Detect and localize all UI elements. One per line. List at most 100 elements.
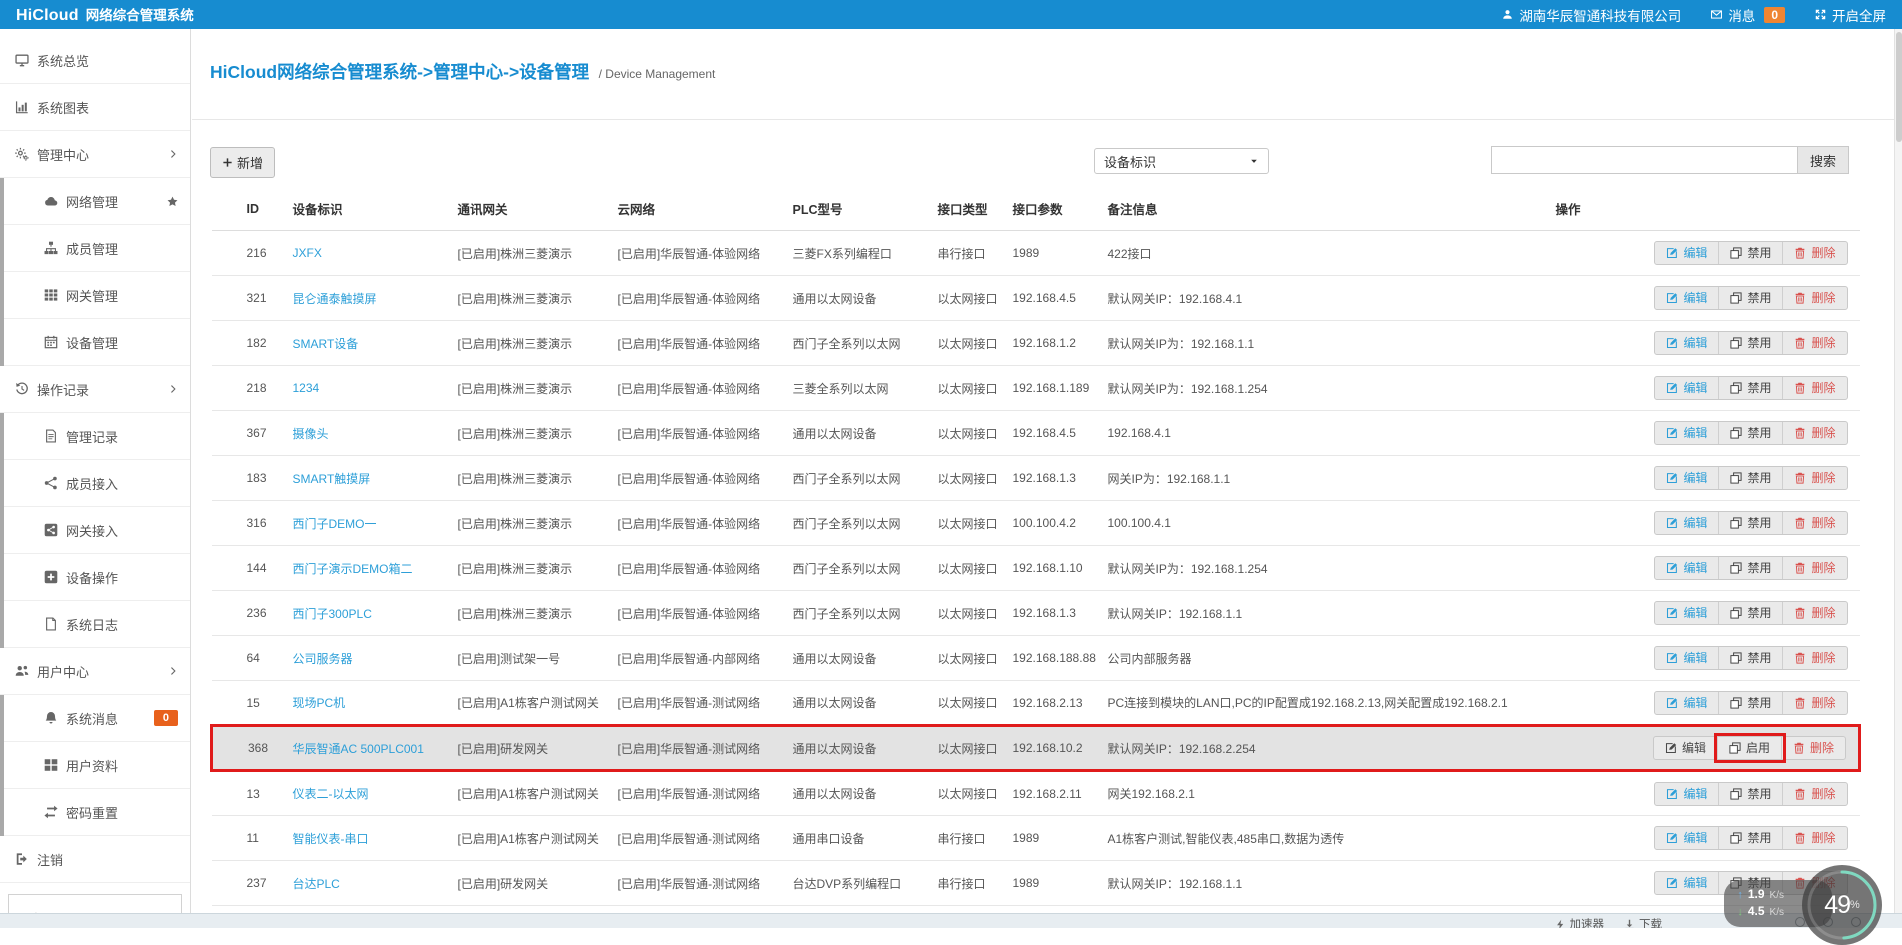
disable-button[interactable]: 禁用 (1719, 647, 1783, 669)
edit-button[interactable]: 编辑 (1654, 737, 1718, 759)
disable-button[interactable]: 禁用 (1719, 242, 1783, 264)
device-link[interactable]: SMART设备 (293, 337, 359, 351)
company-menu[interactable]: 湖南华辰智通科技有限公司 (1502, 5, 1681, 25)
edit-button[interactable]: 编辑 (1655, 512, 1719, 534)
sidebar-item-gateway-mgmt[interactable]: 网关管理 (4, 272, 190, 319)
search-input[interactable] (1491, 146, 1797, 174)
sidebar-item-gateway-access[interactable]: 网关接入 (4, 507, 190, 554)
cell-plc-model: 通用以太网设备 (783, 276, 928, 321)
edit-button[interactable]: 编辑 (1655, 602, 1719, 624)
device-link[interactable]: 西门子300PLC (293, 607, 372, 621)
sidebar-item-device-operations[interactable]: 设备操作 (4, 554, 190, 601)
download-arrow-icon: ↓ (1737, 905, 1743, 920)
delete-button[interactable]: 删除 (1783, 422, 1846, 444)
sidebar-item-logout[interactable]: 注销 (0, 836, 190, 883)
delete-button[interactable]: 删除 (1783, 783, 1846, 805)
device-link[interactable]: 台达PLC (293, 877, 340, 891)
pencil-icon (1666, 877, 1678, 889)
edit-button[interactable]: 编辑 (1655, 783, 1719, 805)
sidebar-item-device-mgmt[interactable]: 设备管理 (4, 319, 190, 366)
device-link[interactable]: 华辰智通AC 500PLC001 (293, 742, 424, 756)
filter-select[interactable]: 设备标识 (1094, 148, 1269, 174)
device-link[interactable]: 仪表二-以太网 (293, 787, 369, 801)
edit-button[interactable]: 编辑 (1655, 872, 1719, 894)
sidebar-item-system-overview[interactable]: 系统总览 (0, 37, 190, 84)
disable-button[interactable]: 禁用 (1719, 332, 1783, 354)
sidebar-item-operation-log[interactable]: 操作记录 (0, 366, 190, 413)
memory-usage-widget[interactable]: 49 % (1802, 865, 1882, 945)
scrollbar[interactable] (1894, 29, 1902, 913)
delete-button[interactable]: 删除 (1783, 602, 1846, 624)
pencil-icon (1666, 427, 1678, 439)
edit-button[interactable]: 编辑 (1655, 332, 1719, 354)
delete-button[interactable]: 删除 (1783, 332, 1846, 354)
disable-button[interactable]: 禁用 (1719, 512, 1783, 534)
edit-button[interactable]: 编辑 (1655, 647, 1719, 669)
edit-button[interactable]: 编辑 (1655, 467, 1719, 489)
disable-button[interactable]: 禁用 (1719, 827, 1783, 849)
add-device-button[interactable]: 新增 (210, 147, 275, 178)
sidebar-item-user-center[interactable]: 用户中心 (0, 648, 190, 695)
disable-button[interactable]: 禁用 (1719, 783, 1783, 805)
cell-device-name: 西门子300PLC (283, 591, 448, 636)
download-item[interactable]: 下载 (1624, 916, 1662, 928)
messages-menu[interactable]: 消息 0 (1711, 5, 1785, 25)
edit-button[interactable]: 编辑 (1655, 242, 1719, 264)
breadcrumb: HiCloud网络综合管理系统->管理中心->设备管理 / Device Man… (192, 29, 1902, 120)
disable-button[interactable]: 禁用 (1719, 422, 1783, 444)
disable-button[interactable]: 禁用 (1719, 692, 1783, 714)
delete-button[interactable]: 删除 (1783, 827, 1846, 849)
edit-button[interactable]: 编辑 (1655, 557, 1719, 579)
download-speed-value: 4.5 (1748, 903, 1765, 919)
edit-button[interactable]: 编辑 (1655, 287, 1719, 309)
disable-button[interactable]: 禁用 (1719, 557, 1783, 579)
edit-button[interactable]: 编辑 (1655, 827, 1719, 849)
delete-button[interactable]: 删除 (1783, 557, 1846, 579)
sidebar-item-system-charts[interactable]: 系统图表 (0, 84, 190, 131)
device-link[interactable]: SMART触摸屏 (293, 472, 371, 486)
device-link[interactable]: 公司服务器 (293, 652, 353, 666)
device-link[interactable]: 西门子DEMO一 (293, 517, 377, 531)
edit-button[interactable]: 编辑 (1655, 692, 1719, 714)
delete-button[interactable]: 删除 (1783, 377, 1846, 399)
device-link[interactable]: 昆仑通泰触摸屏 (293, 292, 377, 306)
sidebar-item-system-messages[interactable]: 系统消息0 (4, 695, 190, 742)
delete-button[interactable]: 删除 (1783, 647, 1846, 669)
delete-button[interactable]: 删除 (1783, 242, 1846, 264)
cell-id: 216 (212, 231, 283, 276)
device-link[interactable]: JXFX (293, 246, 322, 260)
sidebar-item-user-profile[interactable]: 用户资料 (4, 742, 190, 789)
sidebar-item-member-access[interactable]: 成员接入 (4, 460, 190, 507)
sidebar-item-password-reset[interactable]: 密码重置 (4, 789, 190, 836)
delete-button[interactable]: 删除 (1783, 467, 1846, 489)
delete-button[interactable]: 删除 (1782, 737, 1845, 759)
delete-button[interactable]: 删除 (1783, 287, 1846, 309)
device-link[interactable]: 现场PC机 (293, 696, 346, 710)
scrollbar-thumb[interactable] (1896, 32, 1902, 142)
device-link[interactable]: 西门子演示DEMO箱二 (293, 562, 413, 576)
accelerator-item[interactable]: 加速器 (1555, 916, 1605, 928)
brand-subtitle: 网络综合管理系统 (86, 4, 194, 24)
search-button[interactable]: 搜索 (1797, 146, 1849, 174)
disable-button[interactable]: 禁用 (1719, 377, 1783, 399)
disable-button[interactable]: 禁用 (1719, 287, 1783, 309)
edit-button[interactable]: 编辑 (1655, 377, 1719, 399)
device-link[interactable]: 智能仪表-串口 (293, 832, 369, 846)
delete-button[interactable]: 删除 (1783, 692, 1846, 714)
sidebar-item-member-mgmt[interactable]: 成员管理 (4, 225, 190, 272)
disable-button[interactable]: 禁用 (1719, 602, 1783, 624)
sidebar-item-network-mgmt[interactable]: 网络管理 (4, 178, 190, 225)
device-link[interactable]: 摄像头 (293, 427, 329, 441)
cell-interface-type: 以太网接口 (928, 366, 1003, 411)
delete-button[interactable]: 删除 (1783, 512, 1846, 534)
exchange-icon (44, 805, 58, 819)
edit-button[interactable]: 编辑 (1655, 422, 1719, 444)
fullscreen-button[interactable]: 开启全屏 (1815, 5, 1886, 25)
device-link[interactable]: 1234 (293, 381, 320, 395)
sidebar-item-system-logs[interactable]: 系统日志 (4, 601, 190, 648)
sidebar-item-management-center[interactable]: 管理中心 (0, 131, 190, 178)
sidebar-item-admin-records[interactable]: 管理记录 (4, 413, 190, 460)
disable-button[interactable]: 禁用 (1719, 467, 1783, 489)
sidebar-submenu-management-center: 网络管理成员管理网关管理设备管理 (0, 178, 190, 366)
enable-button[interactable]: 启用 (1718, 737, 1782, 759)
